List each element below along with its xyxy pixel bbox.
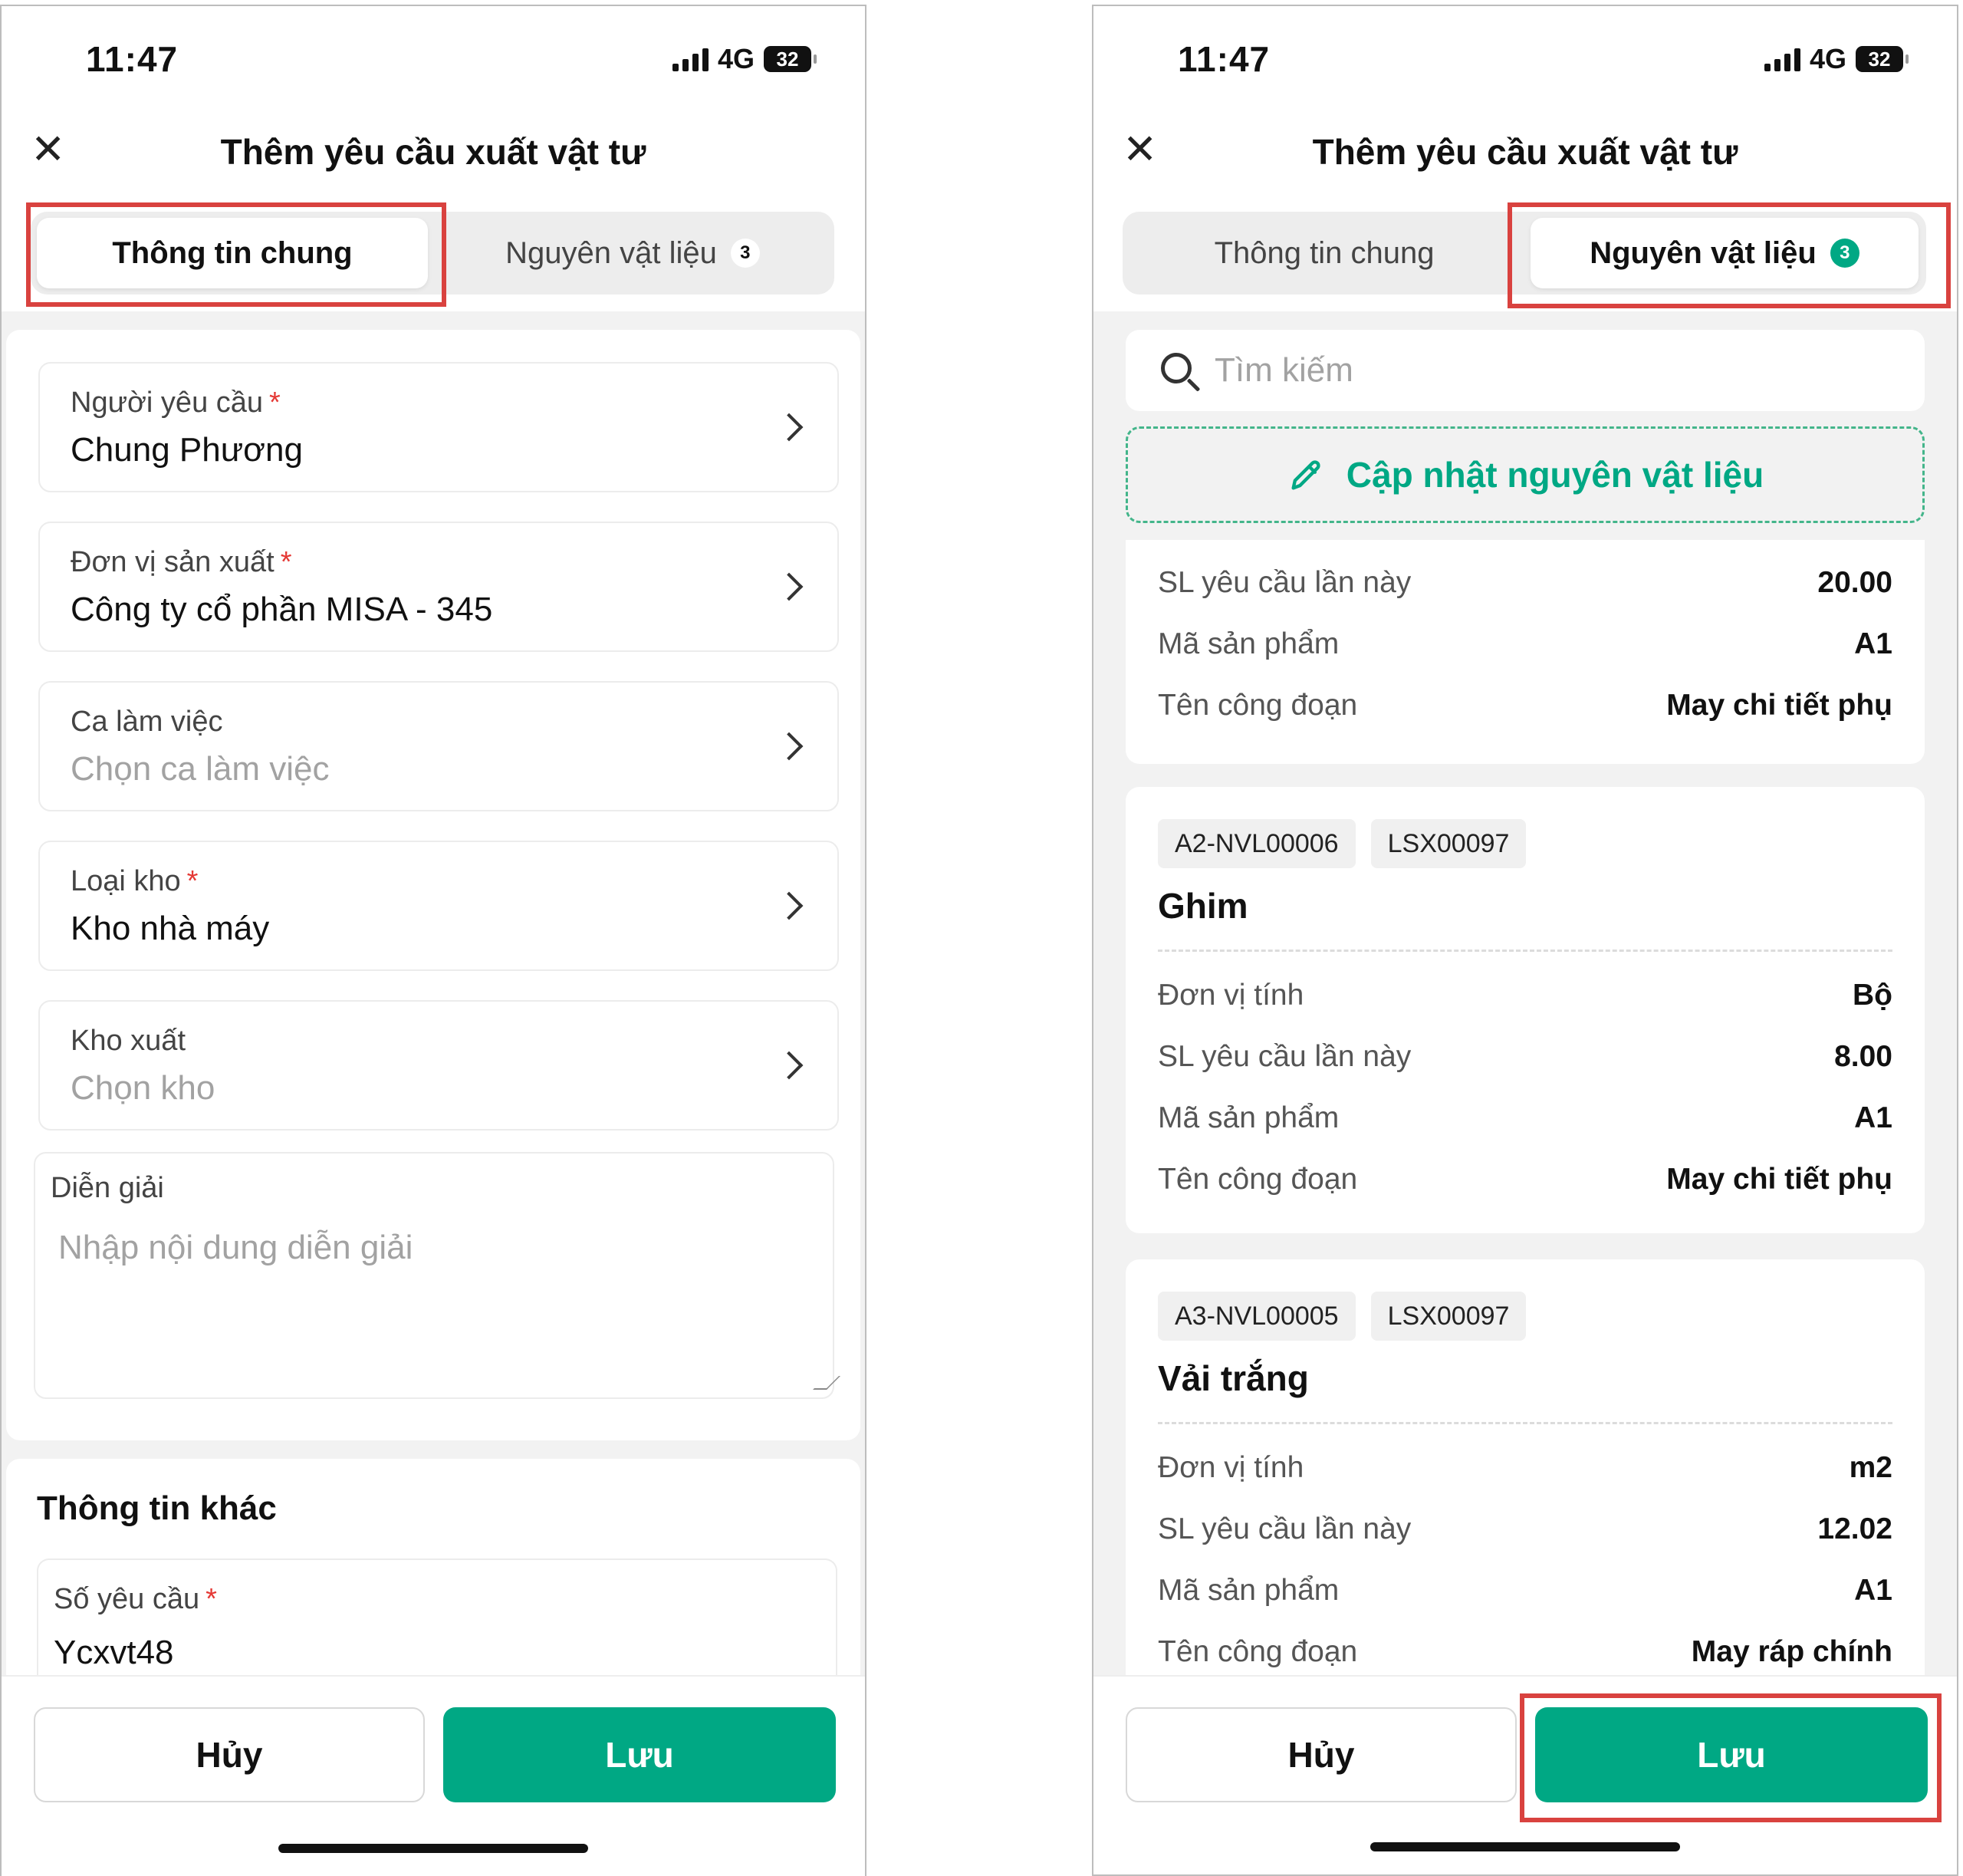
card-row: Đơn vị tính Bộ (1158, 979, 1892, 1012)
card-row: Mã sản phẩm A1 (1158, 1574, 1892, 1607)
battery-icon: 32 (1856, 46, 1909, 72)
export-warehouse-field[interactable]: Kho xuất Chọn kho (38, 1000, 839, 1131)
tab-materials-label: Nguyên vật liệu (1590, 235, 1817, 270)
search-placeholder: Tìm kiếm (1215, 351, 1353, 389)
card-row: SL yêu cầu lần này 12.02 (1158, 1512, 1892, 1545)
tab-bar: Thông tin chung Nguyên vật liệu 3 (1123, 212, 1926, 295)
chevron-right-icon (774, 572, 804, 601)
cancel-button[interactable]: Hủy (1126, 1707, 1517, 1802)
materials-count-badge: 3 (730, 239, 760, 268)
field-label: Số yêu cầu * (54, 1583, 217, 1615)
status-icons: 4G 32 (1764, 43, 1909, 75)
field-value: Kho nhà máy (71, 910, 270, 947)
work-shift-field[interactable]: Ca làm việc Chọn ca làm việc (38, 681, 839, 811)
required-mark: * (280, 546, 292, 578)
network-label: 4G (1809, 43, 1846, 74)
chevron-right-icon (774, 413, 804, 442)
field-label: Người yêu cầu * (71, 387, 281, 419)
action-bar: Hủy Lưu (2, 1675, 865, 1876)
card-row: Tên công đoạn May ráp chính (1158, 1635, 1892, 1668)
network-label: 4G (717, 43, 755, 74)
tab-bar: Thông tin chung Nguyên vật liệu 3 (31, 212, 834, 295)
field-value: Ycxvt48 (54, 1634, 174, 1671)
phone-screen-general: 11:47 4G 32 ✕ Thêm yêu cầu xuất vật tư T… (0, 5, 866, 1876)
request-number-field[interactable]: Số yêu cầu * Ycxvt48 (37, 1558, 837, 1689)
status-time: 11:47 (86, 39, 179, 79)
search-input[interactable]: Tìm kiếm (1126, 330, 1925, 411)
home-indicator (1370, 1842, 1680, 1851)
warehouse-type-field[interactable]: Loại kho * Kho nhà máy (38, 841, 839, 971)
card-row: Tên công đoạn May chi tiết phụ (1158, 1163, 1892, 1196)
status-time: 11:47 (1178, 39, 1271, 79)
divider (1158, 1422, 1892, 1424)
search-icon (1161, 353, 1192, 383)
card-row: Mã sản phẩm A1 (1158, 1101, 1892, 1134)
pencil-icon (1291, 460, 1320, 490)
description-label: Diễn giải (51, 1172, 164, 1204)
description-textarea[interactable]: Diễn giải Nhập nội dung diễn giải (34, 1152, 840, 1399)
card-row: Mã sản phẩm A1 (1158, 627, 1892, 660)
description-placeholder: Nhập nội dung diễn giải (58, 1229, 413, 1266)
card-row: Đơn vị tính m2 (1158, 1451, 1892, 1484)
chevron-right-icon (774, 1051, 804, 1080)
materials-count-badge: 3 (1830, 239, 1859, 268)
requester-field[interactable]: Người yêu cầu * Chung Phương (38, 362, 839, 492)
material-name: Vải trắng (1158, 1358, 1309, 1398)
cancel-button[interactable]: Hủy (34, 1707, 425, 1802)
status-icons: 4G 32 (672, 43, 817, 75)
save-button[interactable]: Lưu (1535, 1707, 1928, 1802)
divider (1158, 950, 1892, 952)
field-label: Đơn vị sản xuất * (71, 546, 292, 578)
required-mark: * (186, 865, 199, 897)
chevron-right-icon (774, 891, 804, 920)
update-materials-button[interactable]: Cập nhật nguyên vật liệu (1126, 426, 1925, 523)
page-title: Thêm yêu cầu xuất vật tư (1312, 132, 1738, 172)
update-materials-label: Cập nhật nguyên vật liệu (1346, 455, 1764, 495)
field-value: Công ty cổ phần MISA - 345 (71, 591, 493, 628)
action-bar: Hủy Lưu (1093, 1675, 1957, 1874)
field-placeholder: Chọn kho (71, 1069, 215, 1107)
section-title: Thông tin khác (37, 1489, 277, 1527)
card-tags: A2-NVL00006 LSX00097 (1158, 819, 1527, 868)
material-code-tag: A2-NVL00006 (1158, 819, 1356, 868)
phone-screen-materials: 11:47 4G 32 ✕ Thêm yêu cầu xuất vật tư T… (1092, 5, 1958, 1876)
field-label: Ca làm việc (71, 706, 223, 738)
order-code-tag: LSX00097 (1370, 819, 1527, 868)
field-placeholder: Chọn ca làm việc (71, 750, 330, 788)
material-card[interactable]: A2-NVL00006 LSX00097 Ghim Đơn vị tính Bộ … (1126, 787, 1925, 1233)
home-indicator (278, 1844, 588, 1853)
tab-general-label: Thông tin chung (112, 235, 353, 270)
signal-icon (1764, 47, 1800, 71)
battery-icon: 32 (764, 46, 817, 72)
required-mark: * (269, 387, 281, 419)
card-tags: A3-NVL00005 LSX00097 (1158, 1292, 1527, 1341)
production-unit-field[interactable]: Đơn vị sản xuất * Công ty cổ phần MISA - … (38, 522, 839, 652)
page-title: Thêm yêu cầu xuất vật tư (220, 132, 646, 172)
material-card[interactable]: SL yêu cầu lần này 20.00 Mã sản phẩm A1 Tê… (1126, 540, 1925, 764)
tab-general-label: Thông tin chung (1214, 235, 1435, 270)
material-name: Ghim (1158, 886, 1248, 926)
field-label: Loại kho * (71, 865, 199, 897)
field-label: Kho xuất (71, 1025, 186, 1057)
order-code-tag: LSX00097 (1370, 1292, 1527, 1341)
other-info-section: Thông tin khác Số yêu cầu * Ycxvt48 (6, 1459, 860, 1689)
tab-general-info[interactable]: Thông tin chung (37, 218, 428, 288)
card-row: SL yêu cầu lần này 20.00 (1158, 566, 1892, 599)
tab-materials[interactable]: Nguyên vật liệu 3 (1531, 218, 1919, 288)
field-value: Chung Phương (71, 431, 303, 469)
tab-materials-label: Nguyên vật liệu (505, 235, 717, 270)
card-row: SL yêu cầu lần này 8.00 (1158, 1040, 1892, 1073)
chevron-right-icon (774, 732, 804, 761)
required-mark: * (206, 1583, 217, 1615)
tab-general-info[interactable]: Thông tin chung (1129, 218, 1520, 288)
tab-materials[interactable]: Nguyên vật liệu 3 (439, 218, 827, 288)
signal-icon (672, 47, 709, 71)
save-button[interactable]: Lưu (443, 1707, 836, 1802)
material-card[interactable]: A3-NVL00005 LSX00097 Vải trắng Đơn vị tí… (1126, 1259, 1925, 1689)
card-row: Tên công đoạn May chi tiết phụ (1158, 689, 1892, 722)
material-code-tag: A3-NVL00005 (1158, 1292, 1356, 1341)
